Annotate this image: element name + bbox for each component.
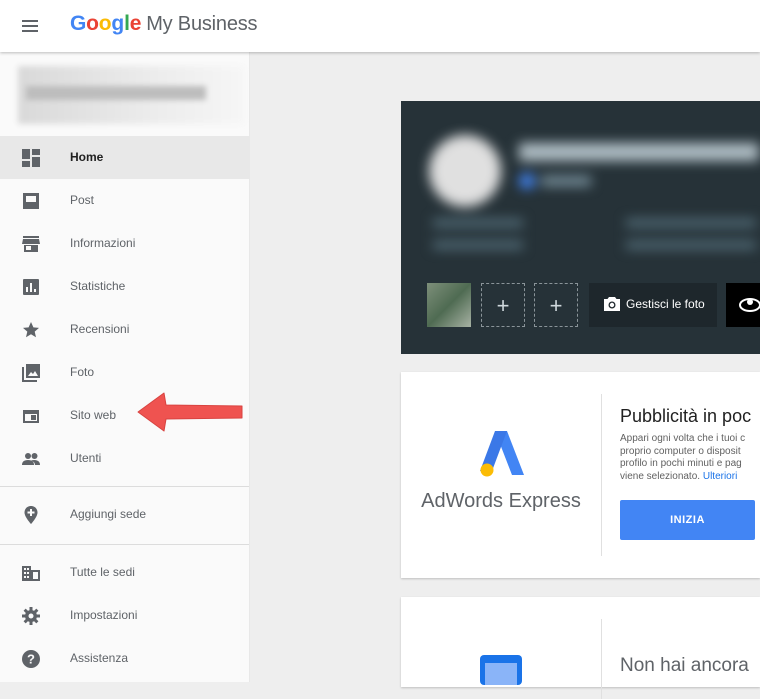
top-app-bar: Google My Business — [0, 0, 760, 52]
sidebar-item-aggiungi-sede[interactable]: Aggiungi sede — [0, 493, 249, 536]
360-view-icon — [739, 298, 760, 312]
camera-icon — [604, 297, 620, 311]
add-photo-button[interactable]: + — [534, 283, 578, 327]
app-logo[interactable]: Google My Business — [70, 12, 258, 36]
sidebar-item-label: Foto — [70, 365, 95, 379]
star-icon — [23, 322, 39, 338]
google-wordmark: Google — [70, 12, 142, 35]
adwords-logo-icon — [480, 431, 524, 477]
photo-thumbnail[interactable] — [427, 283, 471, 327]
street-view-button[interactable] — [726, 283, 760, 327]
adwords-product-name: AdWords Express — [421, 490, 581, 512]
add-photo-button[interactable]: + — [481, 283, 525, 327]
sidebar-item-home[interactable]: Home — [0, 136, 249, 179]
card-divider — [601, 619, 602, 699]
plus-icon: + — [549, 293, 563, 318]
sidebar-item-label: Aggiungi sede — [70, 507, 147, 521]
sidebar-item-label: Impostazioni — [70, 608, 138, 622]
sidebar-item-post[interactable]: Post — [0, 179, 249, 222]
annotation-arrow — [137, 392, 243, 432]
help-icon: ? — [22, 650, 40, 668]
sidebar-divider — [0, 544, 249, 545]
plus-icon: + — [496, 293, 510, 318]
sidebar-item-assistenza[interactable]: ? Assistenza — [0, 637, 249, 680]
store-icon — [22, 236, 40, 252]
gear-icon — [22, 607, 40, 625]
sidebar-item-utenti[interactable]: Utenti — [0, 437, 249, 480]
svg-text:?: ? — [27, 652, 35, 667]
sidebar-item-statistiche[interactable]: Statistiche — [0, 265, 249, 308]
sidebar-item-label: Recensioni — [70, 322, 130, 336]
card-divider — [601, 394, 602, 556]
post-icon — [23, 193, 39, 209]
sidebar-item-tutte-le-sedi[interactable]: Tutte le sedi — [0, 551, 249, 594]
insights-icon — [23, 279, 39, 295]
web-icon — [23, 410, 39, 423]
manage-photos-button[interactable]: Gestisci le foto — [589, 283, 717, 327]
sidebar-item-label: Utenti — [70, 451, 102, 465]
manage-photos-label: Gestisci le foto — [626, 297, 705, 311]
sidebar-item-recensioni[interactable]: Recensioni — [0, 308, 249, 351]
adwords-card-title: Pubblicità in poc — [620, 406, 752, 426]
sidebar-item-label: Informazioni — [70, 236, 136, 250]
sidebar-item-label: Post — [70, 193, 95, 207]
adwords-card-description: Appari ogni volta che i tuoi c proprio c… — [620, 433, 746, 482]
adwords-express-card: AdWords Express Pubblicità in poc Appari… — [401, 372, 760, 578]
sidebar-item-label: Home — [70, 150, 104, 164]
sidebar-item-label: Statistiche — [70, 279, 126, 293]
business-cover: + + Gestisci le foto — [401, 101, 760, 354]
photo-strip: + + Gestisci le foto — [401, 271, 760, 354]
sidebar-item-impostazioni[interactable]: Impostazioni — [0, 594, 249, 637]
product-name: My Business — [146, 13, 258, 35]
sidebar-item-label: Sito web — [70, 408, 117, 422]
sidebar: Home Post Informazioni Statistiche Recen… — [0, 52, 250, 682]
start-button[interactable]: INIZIA — [620, 500, 755, 540]
website-card: Non hai ancora — [401, 597, 760, 699]
website-builder-icon — [480, 655, 522, 685]
business-info-blurred — [401, 101, 760, 271]
website-card-title: Non hai ancora — [620, 655, 749, 676]
people-icon — [22, 453, 40, 465]
sidebar-item-informazioni[interactable]: Informazioni — [0, 222, 249, 265]
dashboard-icon — [22, 149, 40, 167]
sidebar-item-label: Assistenza — [70, 651, 129, 665]
learn-more-link[interactable]: Ulteriori — [703, 471, 737, 482]
photo-library-icon — [22, 364, 40, 382]
hamburger-menu-icon[interactable] — [20, 15, 42, 37]
account-selector-blurred[interactable] — [18, 66, 244, 124]
add-location-icon — [24, 506, 38, 524]
sidebar-divider — [0, 486, 249, 487]
business-icon — [22, 566, 40, 581]
sidebar-item-label: Tutte le sedi — [70, 565, 135, 579]
